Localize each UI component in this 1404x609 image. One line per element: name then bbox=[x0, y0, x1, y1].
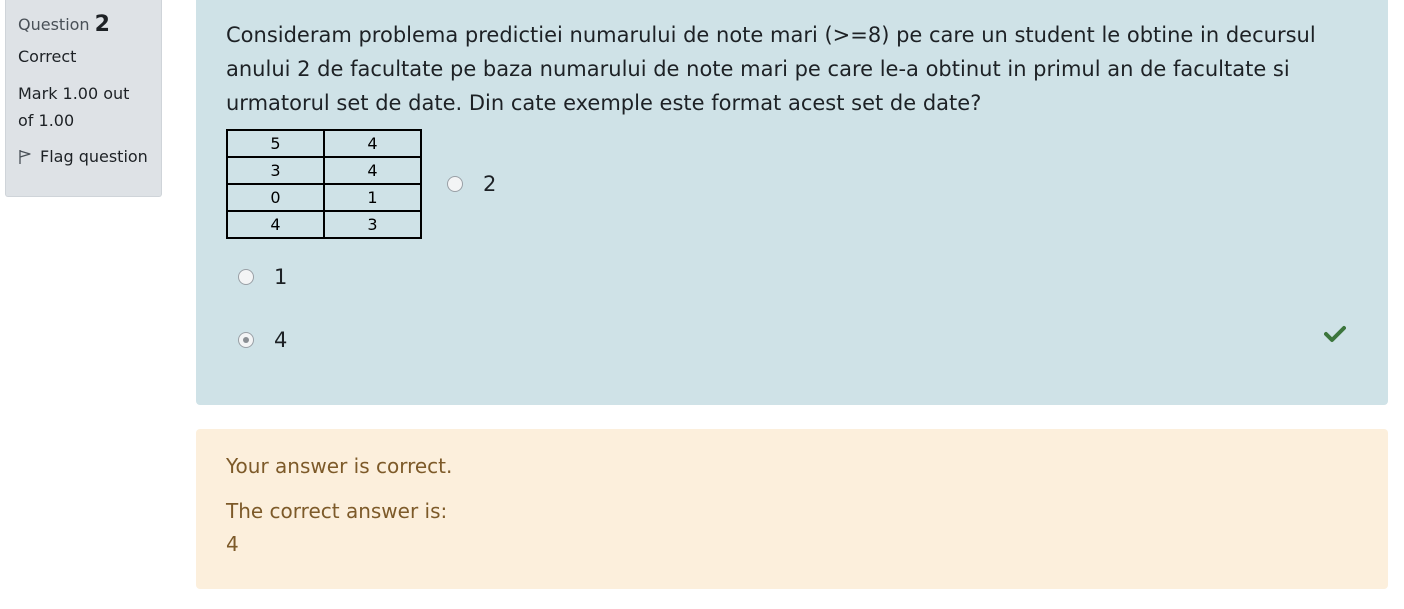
radio-button[interactable] bbox=[238, 269, 254, 285]
table-row: 34 bbox=[226, 156, 422, 185]
question-label: Question bbox=[18, 15, 90, 34]
answer-option-2[interactable]: 2 bbox=[447, 172, 496, 196]
table-row: 54 bbox=[226, 129, 422, 158]
table-cell: 1 bbox=[323, 183, 422, 212]
correct-answer-value: 4 bbox=[226, 532, 239, 556]
table-cell: 4 bbox=[226, 210, 325, 239]
data-table: 54340143 bbox=[226, 129, 422, 239]
flag-question-link[interactable]: Flag question bbox=[18, 147, 149, 166]
table-cell: 4 bbox=[323, 129, 422, 158]
question-state: Correct bbox=[18, 47, 77, 66]
answer-option-label: 2 bbox=[483, 172, 497, 196]
answer-option-label: 1 bbox=[274, 265, 288, 289]
radio-button[interactable] bbox=[447, 176, 463, 192]
table-cell: 4 bbox=[323, 156, 422, 185]
table-cell: 0 bbox=[226, 183, 325, 212]
checkmark-icon bbox=[1324, 325, 1346, 347]
answer-option-label: 4 bbox=[274, 328, 288, 352]
answer-option-1[interactable]: 1 bbox=[238, 265, 287, 289]
table-row: 01 bbox=[226, 183, 422, 212]
question-number: 2 bbox=[94, 12, 110, 37]
flag-question-label: Flag question bbox=[40, 147, 148, 166]
answer-option-4[interactable]: 4 bbox=[238, 328, 287, 352]
radio-button-selected[interactable] bbox=[238, 332, 254, 348]
question-grade: Mark 1.00 out of 1.00 bbox=[18, 84, 130, 130]
question-info-panel: Question 2 Correct Mark 1.00 out of 1.00… bbox=[5, 0, 162, 197]
table-and-option-row: 54340143 2 bbox=[226, 129, 1358, 239]
table-cell: 5 bbox=[226, 129, 325, 158]
table-row: 43 bbox=[226, 210, 422, 239]
table-cell: 3 bbox=[323, 210, 422, 239]
table-cell: 3 bbox=[226, 156, 325, 185]
question-number-line: Question 2 bbox=[18, 12, 149, 38]
feedback-panel: Your answer is correct. The correct answ… bbox=[196, 429, 1388, 589]
question-formulation: Consideram problema predictiei numarului… bbox=[196, 0, 1388, 405]
question-text: Consideram problema predictiei numarului… bbox=[226, 23, 1316, 115]
feedback-status: Your answer is correct. bbox=[226, 454, 453, 478]
flag-icon bbox=[18, 149, 32, 165]
correct-answer-label: The correct answer is: bbox=[226, 499, 448, 523]
